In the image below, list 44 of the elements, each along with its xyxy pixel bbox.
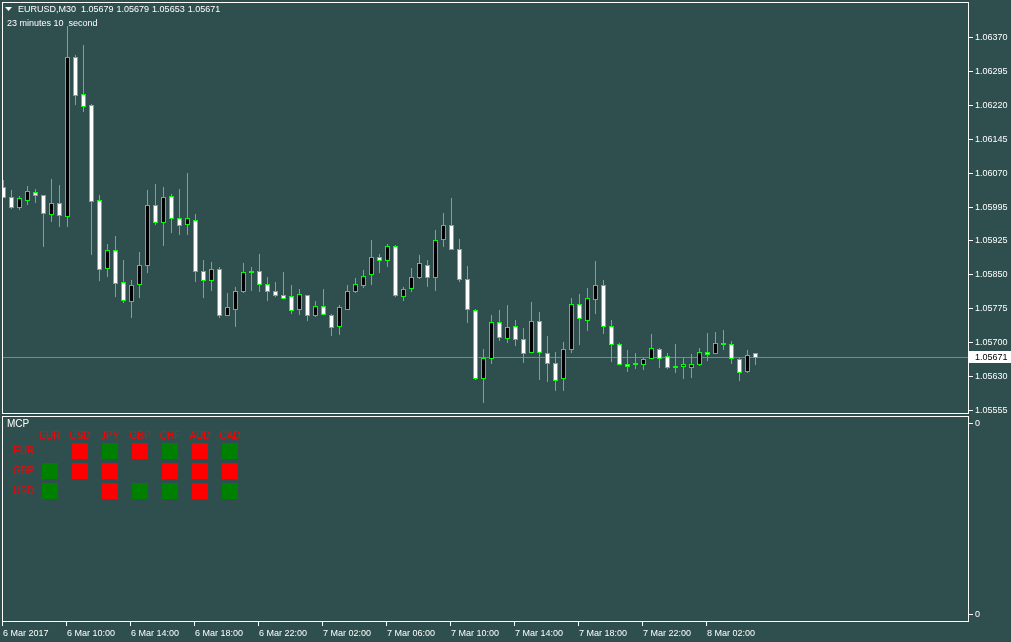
currency-header: EUR [39,430,61,441]
time-axis-label: 7 Mar 10:00 [451,627,500,639]
time-axis-label: 6 Mar 10:00 [67,627,116,639]
current-price-label: 1.05671 [969,351,1011,363]
time-axis-label: 6 Mar 18:00 [195,627,244,639]
price-axis-label: 1.05700 [975,336,1008,348]
symbol-label: EURUSD,M30 [18,3,76,15]
indicator-name: MCP [7,418,30,429]
indicator-scale-label: 0 [975,608,980,620]
price-axis-label: 1.06145 [975,133,1008,145]
price-axis-label: 1.06220 [975,99,1008,111]
ohlc-value: 1.05679 [81,3,114,15]
time-axis-label: 7 Mar 18:00 [579,627,628,639]
time-axis-label: 7 Mar 22:00 [643,627,692,639]
ohlc-value: 1.05679 [116,3,150,15]
currency-header: CHF [159,430,181,441]
price-axis-label: 1.05630 [975,370,1008,382]
currency-label: GBP [13,465,35,477]
price-axis-label: 1.05850 [975,268,1008,280]
indicator-scale-label: 0 [975,417,980,429]
price-axis-label: 1.05925 [975,234,1008,246]
time-axis-label: 7 Mar 14:00 [515,627,564,639]
currency-header: AUD [189,430,211,441]
price-axis-label: 1.06295 [975,65,1008,77]
currency-header: CAD [219,430,241,441]
currency-header: GBP [129,430,151,441]
time-axis-label: 8 Mar 02:00 [707,627,756,639]
price-axis-label: 1.06370 [975,31,1008,43]
currency-label: USD [13,485,35,497]
time-axis-label: 6 Mar 14:00 [131,627,180,639]
time-axis-label: 7 Mar 06:00 [387,627,436,639]
time-axis-label: 6 Mar 2017 [3,627,49,639]
currency-header: JPY [100,430,120,441]
caret-down-icon[interactable] [5,7,12,11]
price-axis-label: 1.05775 [975,302,1008,314]
price-axis-label: 1.06070 [975,167,1008,179]
ohlc-value: 1.05671 [187,3,221,15]
price-axis-label: 1.05555 [975,404,1008,416]
time-axis-label: 6 Mar 22:00 [259,627,308,639]
price-axis-label: 1.05995 [975,201,1008,213]
ohlc-value: 1.05653 [152,3,185,15]
time-axis-label: 7 Mar 02:00 [323,627,372,639]
currency-label: EUR [13,445,35,457]
currency-header: USD [69,430,91,441]
